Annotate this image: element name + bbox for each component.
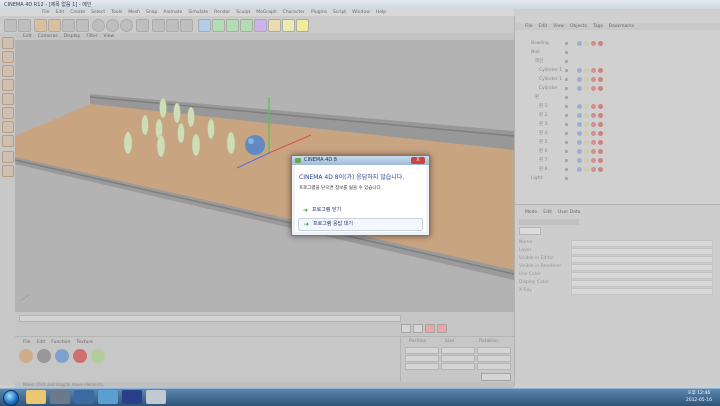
internet-explorer-icon[interactable] bbox=[98, 390, 118, 404]
close-program-option[interactable]: ➔ 프로그램 닫기 bbox=[298, 205, 421, 216]
media-player-icon[interactable] bbox=[50, 390, 70, 404]
dialog-close-button[interactable]: X bbox=[411, 157, 425, 164]
system-clock[interactable]: 오후 12:46 2012-05-16 bbox=[686, 390, 712, 404]
not-responding-dialog: CINEMA 4D 8 X CINEMA 4D 8이(가) 응답하지 않습니다.… bbox=[291, 155, 430, 236]
windows-taskbar: 오후 12:46 2012-05-16 bbox=[0, 388, 720, 406]
app-icon[interactable] bbox=[74, 390, 94, 404]
close-program-label: 프로그램 닫기 bbox=[312, 207, 342, 213]
dialog-title-bar: CINEMA 4D 8 X bbox=[292, 156, 429, 165]
wait-for-program-label: 프로그램 응답 대기 bbox=[313, 221, 353, 227]
dialog-body: CINEMA 4D 8이(가) 응답하지 않습니다. 프로그램을 닫으면 정보를… bbox=[295, 165, 426, 232]
cinema4d-icon[interactable] bbox=[122, 390, 142, 404]
start-button[interactable] bbox=[3, 390, 19, 406]
clock-date: 2012-05-16 bbox=[685, 398, 712, 403]
dialog-headline: CINEMA 4D 8이(가) 응답하지 않습니다. bbox=[299, 174, 405, 181]
app-icon[interactable] bbox=[146, 390, 166, 404]
green-arrow-icon: ➔ bbox=[304, 221, 310, 228]
dialog-subtext: 프로그램을 닫으면 정보를 잃을 수 있습니다. bbox=[299, 186, 383, 191]
app-icon bbox=[295, 158, 301, 163]
clock-time: 오후 12:46 bbox=[687, 391, 711, 396]
explorer-icon[interactable] bbox=[26, 390, 46, 404]
dialog-title: CINEMA 4D 8 bbox=[304, 157, 337, 163]
green-arrow-icon: ➔ bbox=[303, 207, 309, 214]
wait-for-program-option[interactable]: ➔ 프로그램 응답 대기 bbox=[298, 218, 423, 231]
